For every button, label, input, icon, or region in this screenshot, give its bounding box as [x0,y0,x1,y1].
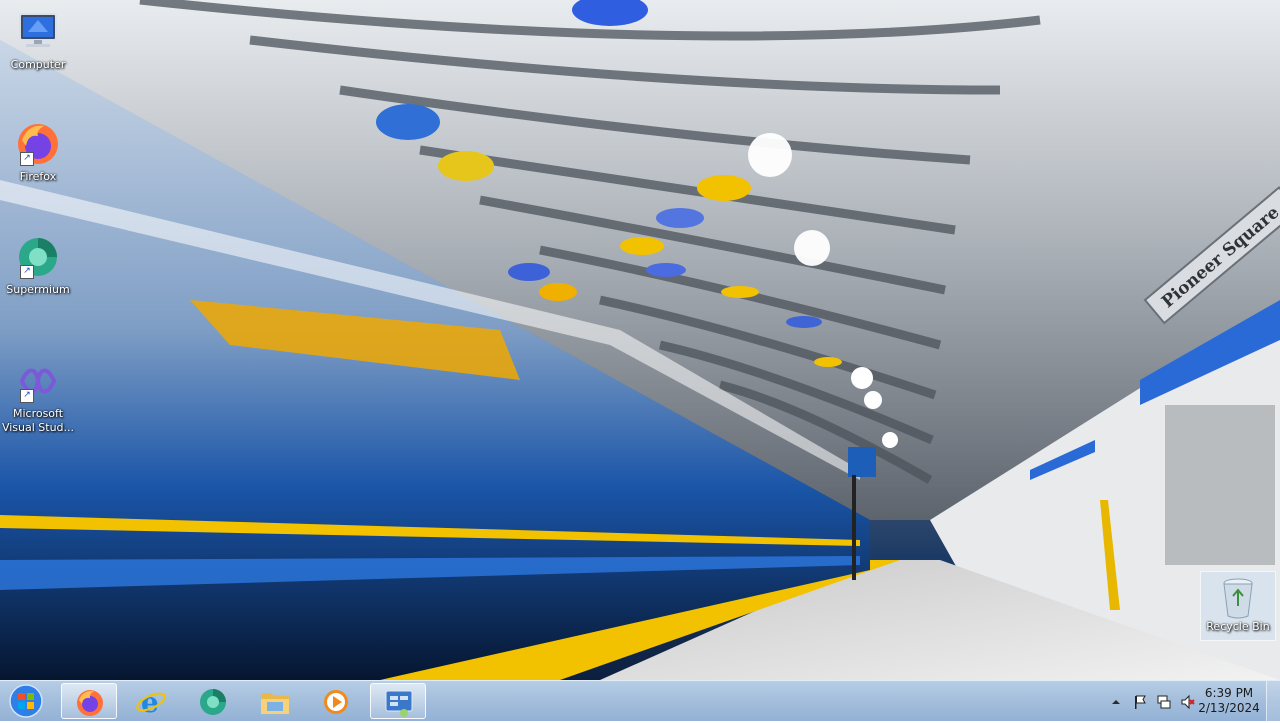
shortcut-arrow-icon: ↗ [20,389,34,403]
firefox-icon [77,690,103,716]
supermium-icon: ↗ [14,233,62,281]
network-icon[interactable] [1156,694,1172,710]
recycle-bin-icon [1218,576,1258,620]
wallpaper-image: Pioneer Square [0,0,1280,680]
taskbar-internet-explorer-button[interactable]: e [123,683,179,719]
clock-time: 6:39 PM [1204,686,1254,700]
show-desktop-button[interactable] [1266,681,1280,721]
firefox-icon: ↗ [14,120,62,168]
volume-muted-icon[interactable] [1180,694,1196,710]
control-panel-icon [385,690,413,717]
internet-explorer-icon: e [136,687,166,717]
taskbar-firefox-button[interactable] [61,683,117,719]
windows-start-icon [9,684,43,718]
taskbar-clock[interactable]: 6:39 PM 2/13/2024 [1198,686,1260,716]
shortcut-arrow-icon: ↗ [20,265,34,279]
desktop-icon-recycle-bin[interactable]: Recycle Bin [1200,571,1276,641]
taskbar-supermium-button[interactable] [185,683,241,719]
start-button[interactable] [5,683,47,719]
desktop-icon-label: Supermium [6,283,70,296]
desktop-icon-label: Computer [10,58,66,71]
desktop-icon-label: Firefox [19,170,57,183]
action-center-flag-icon[interactable] [1132,694,1148,710]
computer-icon [14,8,62,56]
folder-icon [261,693,289,714]
taskbar: e 6:39 PM 2/13/2024 [0,680,1280,721]
desktop-icon-firefox[interactable]: ↗ Firefox [0,120,76,184]
svg-text:e: e [141,687,159,717]
desktop-icon-label: Recycle Bin [1206,620,1270,633]
show-hidden-icons-arrow[interactable] [1108,694,1124,710]
desktop-icon-supermium[interactable]: ↗ Supermium [0,233,76,297]
supermium-icon [200,689,226,715]
taskbar-windows-explorer-button[interactable] [247,683,303,719]
visual-studio-icon: ↗ [14,357,62,405]
shortcut-arrow-icon: ↗ [20,152,34,166]
desktop-icon-visual-studio[interactable]: ↗ Microsoft Visual Stud... [0,357,76,435]
taskbar-media-player-button[interactable] [308,683,364,719]
desktop-icon-label: Microsoft Visual Stud... [1,407,75,434]
clock-date: 2/13/2024 [1198,701,1260,715]
desktop-icon-computer[interactable]: Computer [0,8,76,72]
taskbar-control-panel-button[interactable] [370,683,426,719]
desktop[interactable]: Pioneer Square Computer ↗ Firefox ↗ Supe… [0,0,1280,680]
media-player-icon [324,690,348,714]
